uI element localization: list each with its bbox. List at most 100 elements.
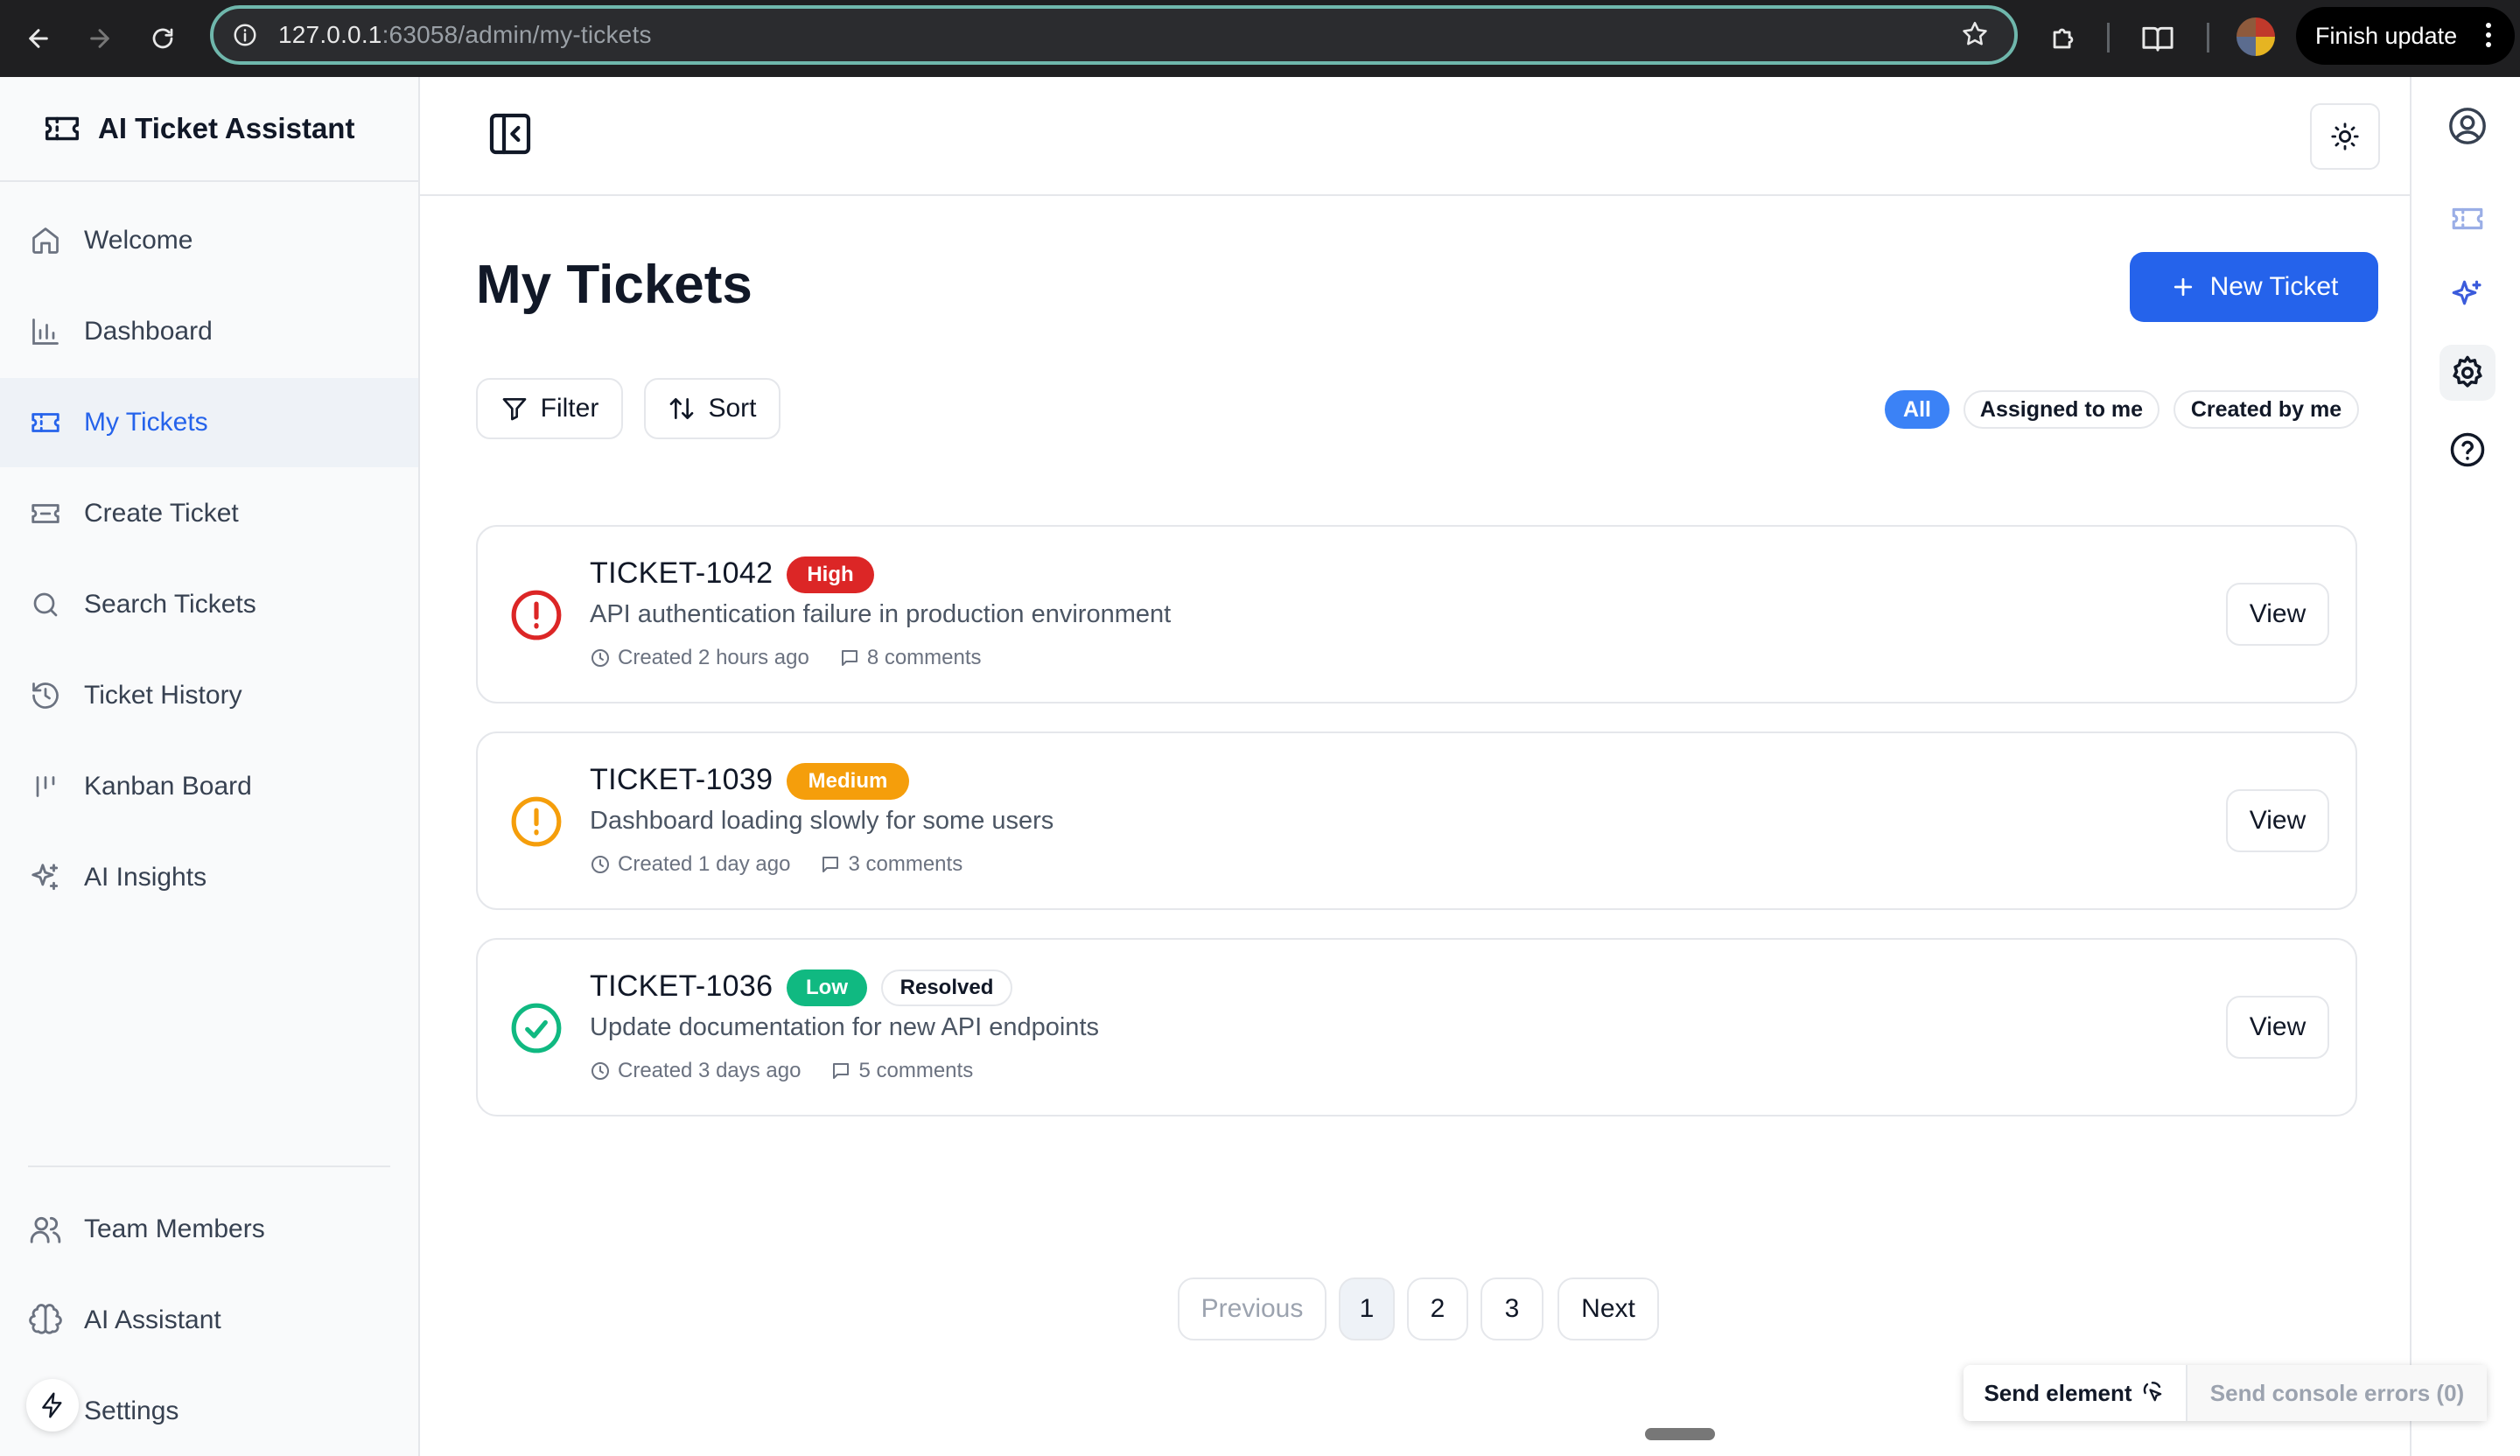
status-badge: Resolved [881,970,1012,1006]
address-bar[interactable]: 127.0.0.1:63058/admin/my-tickets [210,5,2018,65]
ticket-plus-icon [28,496,63,531]
clock-icon [592,1062,609,1080]
sidebar-item-ai-insights[interactable]: AI Insights [0,833,418,922]
new-ticket-button[interactable]: New Ticket [2130,252,2378,322]
settings-gear-icon[interactable] [2440,345,2496,401]
ticket-card[interactable]: TICKET-1042 High API authentication fail… [476,525,2357,704]
ticket-logo-icon [46,116,79,141]
check-circle-icon [511,1003,562,1054]
comment-icon [822,857,839,872]
site-info-icon[interactable] [228,18,262,52]
sun-icon [2331,122,2359,150]
sort-label: Sort [708,394,757,423]
book-icon [2142,26,2174,52]
filter-icon [502,398,526,421]
bar-chart-icon [28,314,63,349]
scroll-handle[interactable] [1645,1428,1715,1440]
clock-icon [592,649,609,667]
chip-assigned-to-me[interactable]: Assigned to me [1964,390,2160,429]
sidebar-item-my-tickets[interactable]: My Tickets [0,378,418,467]
ticket-id[interactable]: TICKET-1039 [590,763,773,797]
ticket-id[interactable]: TICKET-1042 [590,556,773,591]
sidebar-item-label: Dashboard [84,317,213,346]
ticket-meta: Created 3 days ago 5 comments [590,1059,973,1083]
comment-count: 8 comments [866,646,982,669]
sparkles-icon[interactable] [2440,268,2496,324]
pagination-next[interactable]: Next [1558,1278,1659,1340]
created-time: Created 2 hours ago [618,646,809,669]
user-circle-icon[interactable] [2440,98,2496,154]
view-button[interactable]: View [2226,583,2329,646]
sidebar-item-dashboard[interactable]: Dashboard [0,287,418,376]
kanban-icon [28,769,63,804]
ticket-description: Dashboard loading slowly for some users [590,807,1054,835]
pagination-page-2[interactable]: 2 [1407,1278,1468,1340]
sparkles-icon [28,860,63,895]
ticket-meta: Created 1 day ago 3 comments [590,852,962,877]
help-circle-icon[interactable] [2440,422,2496,478]
alert-circle-icon [511,796,562,847]
sidebar-item-ai-assistant[interactable]: AI Assistant [0,1276,418,1365]
sidebar-item-kanban-board[interactable]: Kanban Board [0,742,418,831]
comment-count: 5 comments [858,1059,974,1082]
extensions-button[interactable] [2040,16,2086,61]
theme-toggle-button[interactable] [2310,103,2380,170]
main-content: My Tickets New Ticket Filter Sort All As… [420,77,2410,1456]
ticket-id[interactable]: TICKET-1036 [590,970,773,1004]
comment-count: 3 comments [848,852,963,876]
sort-icon [670,398,694,419]
comment-icon [833,1063,850,1079]
send-console-errors-button[interactable]: Send console errors (0) [2188,1365,2487,1421]
sidebar-item-label: AI Assistant [84,1306,221,1334]
chip-created-by-me[interactable]: Created by me [2174,390,2359,429]
reload-button[interactable] [142,18,184,60]
sort-button[interactable]: Sort [644,378,780,439]
sidebar-item-label: Settings [84,1396,179,1425]
ticket-description: API authentication failure in production… [590,600,1172,628]
chip-all[interactable]: All [1885,390,1950,429]
created-time: Created 1 day ago [618,852,791,876]
ticket-card[interactable]: TICKET-1036 Low Resolved Update document… [476,938,2357,1116]
panel-left-close-icon [489,113,531,155]
toolbar-separator [2207,23,2209,52]
filter-button[interactable]: Filter [476,378,623,439]
profile-avatar[interactable] [2236,18,2275,56]
sidebar-item-welcome[interactable]: Welcome [0,196,418,285]
send-element-button[interactable]: Send element [1964,1365,2188,1421]
back-button[interactable] [18,18,60,60]
sidebar-item-create-ticket[interactable]: Create Ticket [0,469,418,558]
top-bar [420,77,2410,196]
sidebar-item-label: Welcome [84,226,193,255]
bolt-icon[interactable] [26,1379,79,1432]
finish-update-label: Finish update [2315,22,2458,49]
browser-toolbar: 127.0.0.1:63058/admin/my-tickets Finish … [0,0,2520,77]
bookmark-star-icon[interactable] [1960,19,1990,53]
brand[interactable]: AI Ticket Assistant [0,77,418,182]
sidebar-item-team-members[interactable]: Team Members [0,1185,418,1274]
pagination-page-1[interactable]: 1 [1339,1278,1395,1340]
view-button[interactable]: View [2226,996,2329,1059]
ticket-icon[interactable] [2440,191,2496,247]
priority-badge: High [787,556,874,593]
pagination-page-3[interactable]: 3 [1480,1278,1544,1340]
devtools-send-bar: Send element Send console errors (0) [1964,1365,2487,1421]
forward-button[interactable] [79,18,121,60]
brand-title: AI Ticket Assistant [98,112,355,144]
sidebar: AI Ticket Assistant Welcome Dashboard My… [0,77,420,1456]
reading-mode-button[interactable] [2135,16,2180,61]
finish-update-button[interactable]: Finish update [2296,7,2515,65]
sidebar-item-ticket-history[interactable]: Ticket History [0,651,418,740]
home-icon [28,223,63,258]
sidebar-item-search-tickets[interactable]: Search Tickets [0,560,418,649]
priority-badge: Medium [787,763,909,800]
pagination-previous[interactable]: Previous [1178,1278,1326,1340]
ticket-card[interactable]: TICKET-1039 Medium Dashboard loading slo… [476,732,2357,910]
view-button[interactable]: View [2226,789,2329,852]
ticket-meta: Created 2 hours ago 8 comments [590,646,982,670]
search-icon [28,587,63,622]
collapse-sidebar-button[interactable] [485,108,536,159]
arrow-left-icon [29,29,48,48]
priority-badge: Low [787,970,867,1006]
toolbar-separator [2107,23,2110,52]
clock-icon [592,856,609,873]
